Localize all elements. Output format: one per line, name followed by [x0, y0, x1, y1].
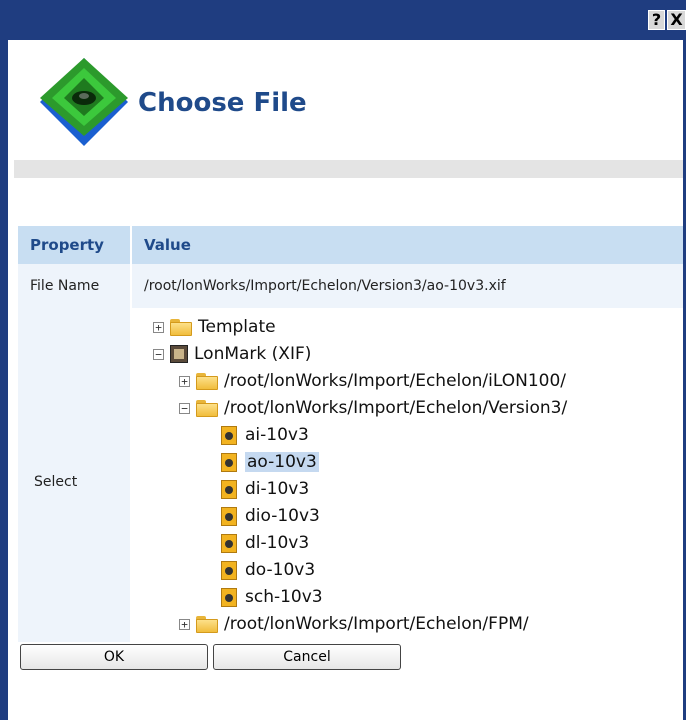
collapse-icon[interactable]: − [179, 402, 190, 414]
tree-node-version3[interactable]: − /root/lonWorks/Import/Echelon/Version3… [179, 396, 567, 420]
tree-node-file-selected[interactable]: ao-10v3 [221, 450, 319, 474]
tree-node-label: /root/lonWorks/Import/Echelon/Version3/ [224, 398, 568, 418]
file-name-label: File Name [18, 264, 132, 308]
tree-node-label: ao-10v3 [245, 452, 319, 472]
window-frame-left [0, 40, 8, 720]
cancel-button[interactable]: Cancel [213, 644, 401, 670]
tree-node-label: LonMark (XIF) [194, 344, 312, 364]
separator-band [14, 160, 683, 178]
folder-icon [196, 372, 218, 390]
tree-node-file[interactable]: sch-10v3 [221, 585, 323, 609]
tree-node-label: /root/lonWorks/Import/Echelon/FPM/ [224, 614, 529, 634]
property-header: Property [18, 226, 132, 264]
file-tree: + Template − LonMark (XIF) + /root/lonWo… [133, 309, 682, 654]
tree-node-label: ai-10v3 [245, 425, 309, 445]
tree-node-file[interactable]: ai-10v3 [221, 423, 309, 447]
expand-icon[interactable]: + [153, 321, 164, 333]
tree-node-file[interactable]: dl-10v3 [221, 531, 309, 555]
table-row: Select + Template − LonMark (XIF) + /roo… [18, 308, 683, 655]
folder-icon [196, 615, 218, 633]
tree-node-label: /root/lonWorks/Import/Echelon/iLON100/ [224, 371, 567, 391]
tree-node-lonmark[interactable]: − LonMark (XIF) [153, 342, 311, 366]
tree-node-label: dl-10v3 [245, 533, 310, 553]
table-row: File Name /root/lonWorks/Import/Echelon/… [18, 264, 683, 308]
tree-node-label: sch-10v3 [245, 587, 323, 607]
lonmark-icon [170, 345, 188, 363]
select-label: Select [18, 308, 132, 655]
tree-node-ilon100[interactable]: + /root/lonWorks/Import/Echelon/iLON100/ [179, 369, 566, 393]
expand-icon[interactable]: + [179, 375, 190, 387]
tree-node-label: dio-10v3 [245, 506, 320, 526]
title-bar: ? X [0, 0, 686, 40]
tree-node-fpm[interactable]: + /root/lonWorks/Import/Echelon/FPM/ [179, 612, 529, 636]
collapse-icon[interactable]: − [153, 348, 164, 360]
tree-node-label: di-10v3 [245, 479, 310, 499]
close-button[interactable]: X [667, 10, 686, 30]
folder-icon [196, 399, 218, 417]
expand-icon[interactable]: + [179, 618, 190, 630]
tree-node-file[interactable]: dio-10v3 [221, 504, 320, 528]
ok-button[interactable]: OK [20, 644, 208, 670]
tree-node-template[interactable]: + Template [153, 315, 276, 339]
xif-file-icon [221, 533, 237, 553]
logo-icon [40, 58, 128, 146]
dialog-title: Choose File [138, 88, 307, 118]
xif-file-icon [221, 587, 237, 607]
value-header: Value [131, 226, 683, 264]
tree-node-label: Template [198, 317, 276, 337]
property-table: Property Value File Name /root/lonWorks/… [18, 226, 683, 655]
xif-file-icon [221, 506, 237, 526]
xif-file-icon [221, 560, 237, 580]
xif-file-icon [221, 425, 237, 445]
folder-icon [170, 318, 192, 336]
help-button[interactable]: ? [648, 10, 665, 30]
xif-file-icon [221, 479, 237, 499]
dialog-body: Choose File Property Value File Name /ro… [8, 40, 683, 720]
file-name-value: /root/lonWorks/Import/Echelon/Version3/a… [131, 264, 683, 308]
tree-node-file[interactable]: di-10v3 [221, 477, 309, 501]
button-bar: OK Cancel [8, 642, 683, 720]
xif-file-icon [221, 452, 237, 472]
tree-node-label: do-10v3 [245, 560, 316, 580]
tree-node-file[interactable]: do-10v3 [221, 558, 315, 582]
